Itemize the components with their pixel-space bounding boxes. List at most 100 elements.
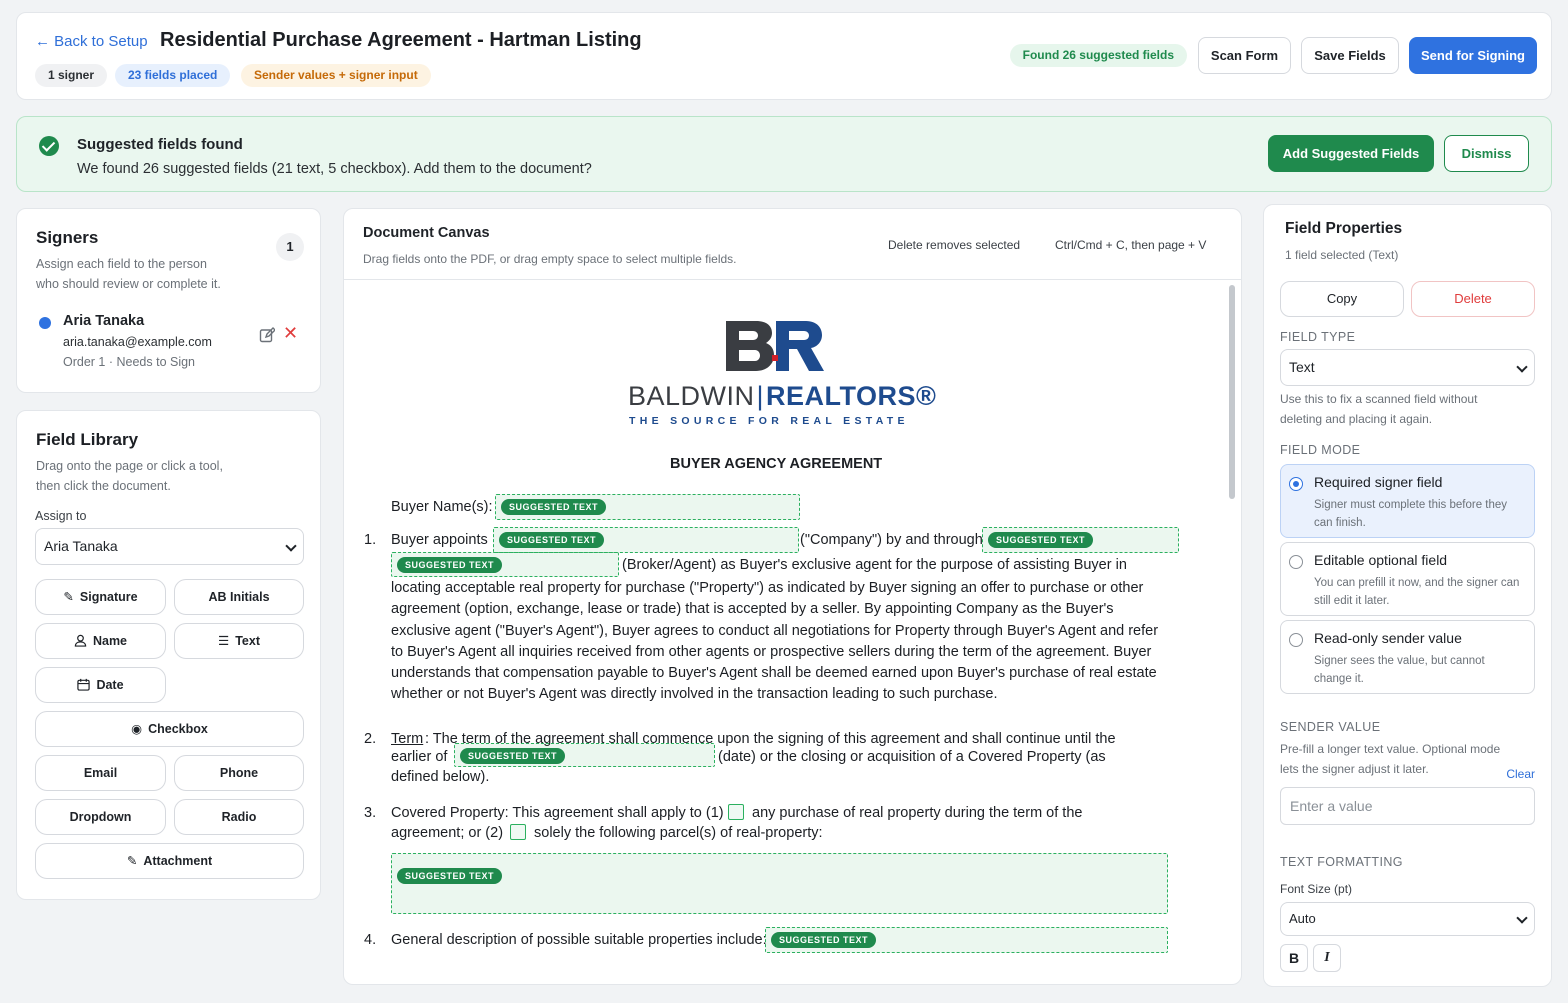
phone-tool[interactable]: Phone bbox=[174, 755, 304, 791]
bold-button[interactable]: B bbox=[1280, 944, 1308, 972]
email-tool-label: Email bbox=[83, 766, 118, 780]
scan-form-button[interactable]: Scan Form bbox=[1198, 37, 1291, 74]
field-library-subtitle-line-1: Drag onto the page or click a tool, bbox=[36, 459, 223, 473]
section-number: 1. bbox=[364, 532, 377, 548]
dismiss-button[interactable]: Dismiss bbox=[1444, 135, 1529, 172]
italic-button[interactable]: I bbox=[1313, 944, 1341, 972]
suggested-checkbox-field[interactable] bbox=[728, 804, 744, 820]
document-page[interactable]: BALDWIN|REALTORS® THE SOURCE FOR REAL ES… bbox=[344, 279, 1234, 984]
signer-count-badge: 1 signer bbox=[35, 64, 108, 87]
send-for-signing-button[interactable]: Send for Signing bbox=[1409, 37, 1537, 74]
signers-subtitle-line-2: who should review or complete it. bbox=[36, 277, 221, 291]
attachment-tool[interactable]: ✎ Attachment bbox=[35, 843, 304, 879]
dropdown-tool-label: Dropdown bbox=[69, 810, 132, 824]
mode-description: You can prefill it now, and the signer c… bbox=[1314, 577, 1520, 607]
suggested-text-field[interactable]: SUGGESTED TEXT bbox=[495, 494, 800, 520]
signer-order-status: Order 1 · Needs to Sign bbox=[63, 355, 196, 369]
section-4-text: General description of possible suitable… bbox=[391, 932, 767, 948]
document-heading: BUYER AGENCY AGREEMENT bbox=[670, 456, 883, 472]
section-number: 4. bbox=[364, 932, 377, 948]
calendar-icon bbox=[77, 678, 91, 691]
checkbox-tool[interactable]: ◉ Checkbox bbox=[35, 711, 304, 747]
mode-option-optional[interactable]: Editable optional field You can prefill … bbox=[1280, 542, 1535, 616]
mode-badge: Sender values + signer input bbox=[241, 64, 431, 87]
mode-option-readonly[interactable]: Read-only sender value Signer sees the v… bbox=[1280, 620, 1535, 694]
logo-realtors: REALTORS® bbox=[766, 381, 937, 411]
edit-icon[interactable] bbox=[259, 327, 275, 343]
sender-value-label: SENDER VALUE bbox=[1280, 720, 1381, 734]
back-to-setup-link[interactable]: ← Back to Setup bbox=[35, 33, 148, 50]
signers-count-badge: 1 bbox=[276, 233, 304, 261]
mode-title: Editable optional field bbox=[1314, 552, 1448, 568]
section-number: 2. bbox=[364, 731, 377, 747]
buyer-names-label: Buyer Name(s): bbox=[391, 499, 493, 515]
person-icon bbox=[74, 634, 87, 647]
chevron-down-icon bbox=[285, 540, 297, 552]
section-1-body: locating acceptable real property for pu… bbox=[391, 580, 1159, 703]
paperclip-icon: ✎ bbox=[126, 854, 138, 868]
text-tool[interactable]: ☰ Text bbox=[174, 623, 304, 659]
suggested-text-field[interactable]: SUGGESTED TEXT bbox=[454, 743, 715, 767]
signer-email: aria.tanaka@example.com bbox=[63, 335, 212, 349]
found-fields-badge: Found 26 suggested fields bbox=[1009, 44, 1187, 67]
radio-tool[interactable]: Radio bbox=[174, 799, 304, 835]
add-suggested-fields-button[interactable]: Add Suggested Fields bbox=[1268, 135, 1434, 172]
suggested-text-field[interactable]: SUGGESTED TEXT bbox=[982, 527, 1179, 553]
selection-summary: 1 field selected (Text) bbox=[1285, 248, 1399, 262]
dropdown-tool[interactable]: Dropdown bbox=[35, 799, 166, 835]
section-number: 3. bbox=[364, 805, 377, 821]
name-tool-label: Name bbox=[92, 634, 128, 648]
text-tool-label: Text bbox=[235, 634, 260, 648]
fields-placed-badge: 23 fields placed bbox=[115, 64, 231, 87]
document-canvas-panel: Document Canvas Drag fields onto the PDF… bbox=[343, 208, 1242, 985]
suggested-checkbox-field[interactable] bbox=[510, 824, 526, 840]
suggested-text-field[interactable]: SUGGESTED TEXT bbox=[765, 927, 1168, 953]
signature-tool-label: Signature bbox=[79, 590, 138, 604]
copy-paste-hint: Ctrl/Cmd + C, then page + V bbox=[1055, 238, 1207, 252]
chevron-down-icon bbox=[1516, 361, 1528, 373]
canvas-title: Document Canvas bbox=[363, 225, 490, 241]
mode-title: Required signer field bbox=[1314, 474, 1443, 490]
suggested-text-chip: SUGGESTED TEXT bbox=[460, 748, 566, 764]
section-3-text: any purchase of real property during the… bbox=[752, 805, 1083, 821]
banner-title: Suggested fields found bbox=[77, 136, 243, 153]
mode-description: Signer must complete this before they ca… bbox=[1314, 499, 1508, 529]
font-size-value: Auto bbox=[1289, 911, 1316, 926]
initials-tool-label: AB Initials bbox=[208, 590, 270, 604]
signer-name: Aria Tanaka bbox=[63, 313, 145, 329]
field-library-title: Field Library bbox=[36, 430, 139, 449]
text-lines-icon: ☰ bbox=[218, 634, 230, 648]
radio-tool-label: Radio bbox=[221, 810, 257, 824]
sender-value-input[interactable] bbox=[1280, 787, 1535, 825]
field-type-value: Text bbox=[1289, 359, 1315, 375]
mode-option-required[interactable]: Required signer field Signer must comple… bbox=[1280, 464, 1535, 538]
font-size-select[interactable]: Auto bbox=[1280, 902, 1535, 936]
text-formatting-label: TEXT FORMATTING bbox=[1280, 855, 1403, 869]
clear-link[interactable]: Clear bbox=[1506, 767, 1535, 781]
suggested-text-field[interactable]: SUGGESTED TEXT bbox=[493, 527, 799, 553]
checkbox-tool-label: Checkbox bbox=[148, 722, 208, 736]
page-title: Residential Purchase Agreement - Hartman… bbox=[160, 29, 642, 51]
date-tool[interactable]: Date bbox=[35, 667, 166, 703]
section-1-text: Buyer appoints bbox=[391, 532, 488, 548]
remove-signer-icon[interactable]: ✕ bbox=[283, 324, 299, 342]
signers-panel: Signers Assign each field to the person … bbox=[16, 208, 321, 393]
logo-tagline: THE SOURCE FOR REAL ESTATE bbox=[629, 415, 909, 427]
save-fields-button[interactable]: Save Fields bbox=[1301, 37, 1399, 74]
suggested-text-field[interactable]: SUGGESTED TEXT bbox=[391, 552, 619, 577]
suggested-text-chip: SUGGESTED TEXT bbox=[501, 499, 607, 515]
email-tool[interactable]: Email bbox=[35, 755, 166, 791]
copy-field-button[interactable]: Copy bbox=[1280, 281, 1404, 317]
check-circle-outline-icon: ◉ bbox=[131, 722, 143, 736]
suggested-text-field[interactable]: SUGGESTED TEXT bbox=[391, 853, 1168, 914]
radio-icon bbox=[1289, 633, 1303, 647]
suggested-text-chip: SUGGESTED TEXT bbox=[771, 932, 877, 948]
assign-to-select[interactable]: Aria Tanaka bbox=[35, 528, 304, 565]
name-tool[interactable]: Name bbox=[35, 623, 166, 659]
canvas-scrollbar[interactable] bbox=[1229, 285, 1235, 499]
signature-tool[interactable]: ✎ Signature bbox=[35, 579, 166, 615]
field-type-select[interactable]: Text bbox=[1280, 349, 1535, 386]
initials-tool[interactable]: AB Initials bbox=[174, 579, 304, 615]
delete-field-button[interactable]: Delete bbox=[1411, 281, 1535, 317]
assign-to-value: Aria Tanaka bbox=[44, 538, 118, 554]
